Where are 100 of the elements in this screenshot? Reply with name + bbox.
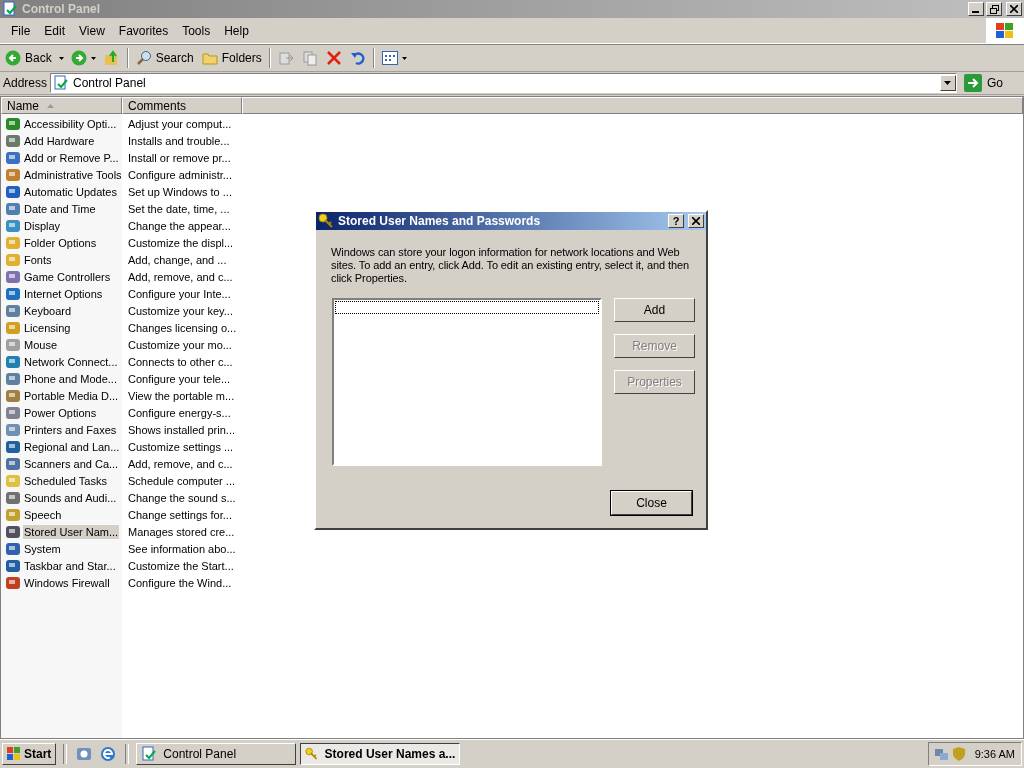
list-item[interactable]: Add Hardware <box>1 132 122 149</box>
window-title: Control Panel <box>22 2 101 16</box>
address-dropdown[interactable] <box>940 75 956 91</box>
windows-flag-icon <box>994 20 1016 41</box>
item-comment: Shows installed prin... <box>127 423 235 436</box>
dialog-title: Stored User Names and Passwords <box>338 214 542 228</box>
item-comment: Set up Windows to ... <box>127 185 232 198</box>
list-item[interactable]: Display <box>1 217 122 234</box>
item-name: System <box>23 541 62 556</box>
list-item[interactable]: Printers and Faxes <box>1 421 122 438</box>
list-item[interactable]: Sounds and Audi... <box>1 489 122 506</box>
close-dialog-button[interactable]: Close <box>611 491 692 515</box>
search-icon <box>135 50 152 66</box>
caret-icon <box>58 56 64 60</box>
list-item[interactable]: Internet Options <box>1 285 122 302</box>
list-item[interactable]: Phone and Mode... <box>1 370 122 387</box>
control-panel-icon <box>2 1 18 17</box>
list-item[interactable]: Accessibility Opti... <box>1 115 122 132</box>
go-button[interactable]: Go <box>960 74 1021 92</box>
list-item[interactable]: Folder Options <box>1 234 122 251</box>
list-item[interactable]: Keyboard <box>1 302 122 319</box>
list-item[interactable]: System <box>1 540 122 557</box>
item-name: Internet Options <box>23 286 104 301</box>
desktop-icon <box>76 746 93 762</box>
item-name: Windows Firewall <box>23 575 111 590</box>
item-name: Folder Options <box>23 235 98 250</box>
item-comment: Configure administr... <box>127 168 232 181</box>
back-button[interactable]: Back <box>2 49 55 67</box>
key-icon <box>318 213 334 229</box>
dialog-button[interactable]: Add <box>614 298 695 322</box>
restore-button[interactable] <box>986 2 1002 16</box>
item-name: Add Hardware <box>23 133 96 148</box>
item-comment: View the portable m... <box>127 389 235 402</box>
item-comment: Add, remove, and c... <box>127 270 233 283</box>
menu-item[interactable]: View <box>72 23 112 38</box>
list-item[interactable]: Fonts <box>1 251 122 268</box>
list-item[interactable]: Game Controllers <box>1 268 122 285</box>
address-field[interactable]: Control Panel <box>50 73 957 93</box>
taskbar-task[interactable]: Stored User Names a... <box>300 743 461 765</box>
item-name: Phone and Mode... <box>23 371 118 386</box>
list-item[interactable]: Portable Media D... <box>1 387 122 404</box>
search-button[interactable]: Search <box>132 49 197 67</box>
windows-flag-icon <box>7 747 21 761</box>
column-header[interactable]: Name <box>1 97 122 114</box>
help-button[interactable]: ? <box>668 214 684 228</box>
back-dropdown[interactable] <box>56 54 66 62</box>
list-item[interactable]: Taskbar and Star... <box>1 557 122 574</box>
list-item[interactable]: Scanners and Ca... <box>1 455 122 472</box>
item-name: Display <box>23 218 62 233</box>
item-comment: See information abo... <box>127 542 236 555</box>
list-item[interactable]: Date and Time <box>1 200 122 217</box>
list-item[interactable]: Add or Remove P... <box>1 149 122 166</box>
taskbar-task[interactable]: Control Panel <box>136 743 297 765</box>
item-comment: Schedule computer ... <box>127 474 235 487</box>
list-item[interactable]: Power Options <box>1 404 122 421</box>
menu-item[interactable]: Favorites <box>111 23 176 38</box>
shield-icon <box>951 746 966 762</box>
menu-item[interactable]: Help <box>217 23 256 38</box>
dialog-close-button[interactable] <box>688 214 704 228</box>
item-comment: Customize your mo... <box>127 338 232 351</box>
item-comment: Add, remove, and c... <box>127 457 233 470</box>
item-comment: Change settings for... <box>127 508 232 521</box>
network-icon <box>932 746 949 762</box>
control-panel-icon <box>141 746 158 762</box>
list-item[interactable]: Mouse <box>1 336 122 353</box>
item-name: Game Controllers <box>23 269 112 284</box>
menu-item[interactable]: File <box>4 23 38 38</box>
list-item[interactable]: Automatic Updates <box>1 183 122 200</box>
list-item[interactable]: Licensing <box>1 319 122 336</box>
item-comment: Connects to other c... <box>127 355 233 368</box>
item-name: Administrative Tools <box>23 167 122 182</box>
views-grid-icon <box>381 51 398 65</box>
list-item[interactable]: Network Connect... <box>1 353 122 370</box>
folders-button[interactable]: Folders <box>198 49 265 67</box>
item-name: Automatic Updates <box>23 184 118 199</box>
item-name: Power Options <box>23 405 98 420</box>
undo-icon <box>349 50 366 66</box>
list-item[interactable]: Administrative Tools <box>1 166 122 183</box>
item-comment: Change the sound s... <box>127 491 236 504</box>
address-label: Address <box>3 76 48 90</box>
item-comment: Configure your Inte... <box>127 287 231 300</box>
clock: 9:36 AM <box>974 748 1015 760</box>
list-item[interactable]: Speech <box>1 506 122 523</box>
item-name: Mouse <box>23 337 59 352</box>
close-button[interactable] <box>1006 2 1022 16</box>
credentials-list[interactable] <box>332 298 602 466</box>
address-value: Control Panel <box>73 76 147 90</box>
item-name: Portable Media D... <box>23 388 120 403</box>
item-name: Scanners and Ca... <box>23 456 120 471</box>
item-name: Speech <box>23 507 63 522</box>
item-name: Keyboard <box>23 303 73 318</box>
column-header[interactable]: Comments <box>122 97 242 114</box>
list-item[interactable]: Scheduled Tasks <box>1 472 122 489</box>
minimize-button[interactable] <box>968 2 984 16</box>
list-item[interactable]: Windows Firewall <box>1 574 122 591</box>
start-button[interactable]: Start <box>2 743 57 765</box>
item-comment: Installs and trouble... <box>127 134 230 147</box>
menu-item[interactable]: Tools <box>175 23 218 38</box>
list-item[interactable]: Regional and Lan... <box>1 438 122 455</box>
menu-item[interactable]: Edit <box>37 23 73 38</box>
